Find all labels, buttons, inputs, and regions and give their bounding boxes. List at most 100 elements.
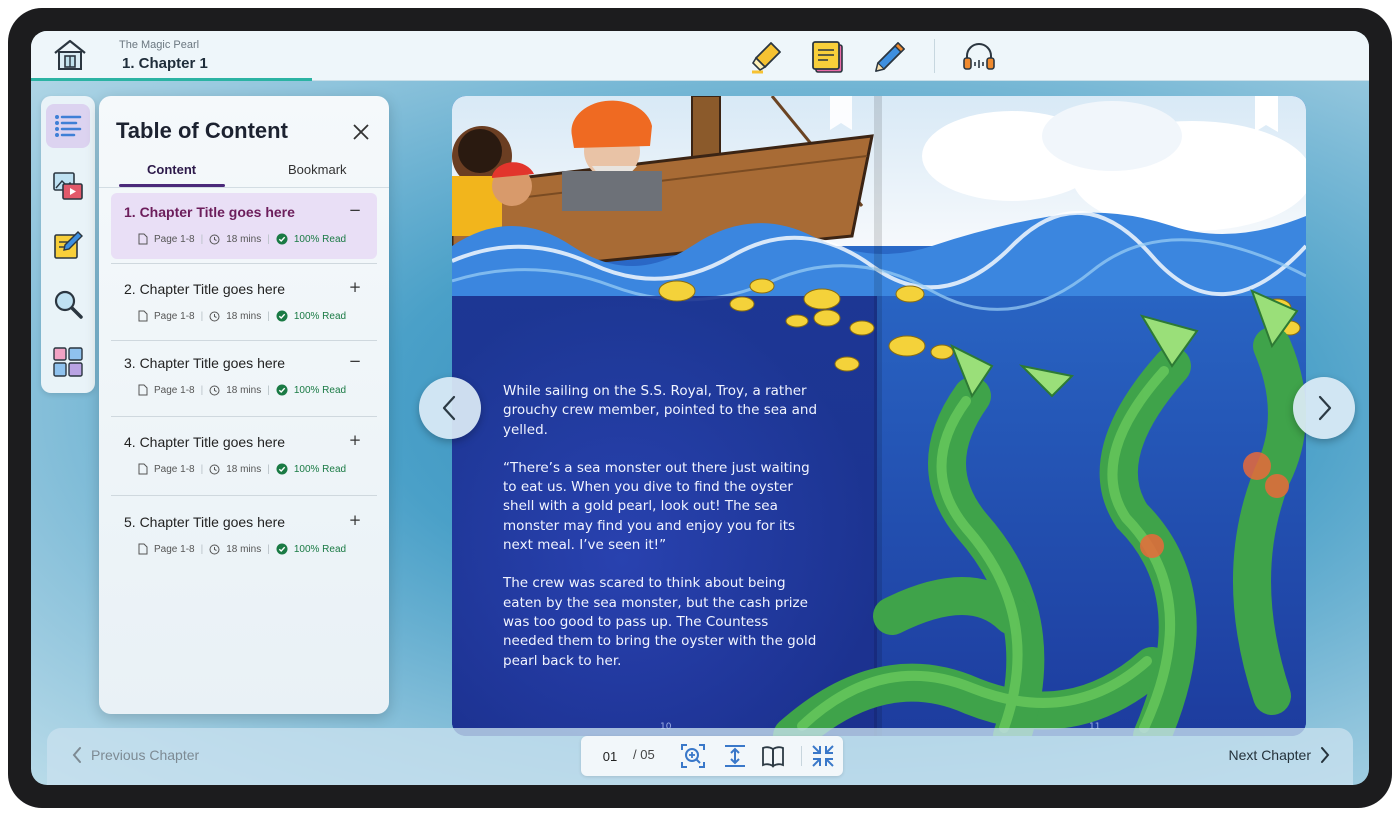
meta-separator: | xyxy=(267,463,270,475)
exit-fullscreen-icon[interactable] xyxy=(809,742,837,770)
check-circle-icon xyxy=(276,543,288,555)
chevron-right-icon xyxy=(1321,747,1330,763)
meta-separator: | xyxy=(267,310,270,322)
chapter-title[interactable]: 4. Chapter Title goes here xyxy=(124,434,285,450)
contents-list-icon[interactable] xyxy=(46,104,90,148)
toolbar-divider xyxy=(934,39,935,73)
headphones-icon[interactable] xyxy=(961,39,997,75)
chapter-item[interactable]: 5. Chapter Title goes here + Page 1-8 | 18 m… xyxy=(111,503,377,569)
table-of-contents-panel: Table of Content Content Bookmark 1. Cha… xyxy=(99,96,389,714)
tablet-frame: The Magic Pearl 1. Chapter 1 Table of Co… xyxy=(8,8,1392,808)
chapter-title[interactable]: 3. Chapter Title goes here xyxy=(124,355,285,371)
reading-progress-bar xyxy=(31,78,312,81)
chapter-divider xyxy=(111,416,377,417)
next-chapter-button[interactable]: Next Chapter xyxy=(1229,746,1331,764)
close-icon[interactable] xyxy=(351,122,371,142)
meta-separator: | xyxy=(200,384,204,396)
previous-chapter-button[interactable]: Previous Chapter xyxy=(71,746,199,764)
chevron-right-icon xyxy=(1318,395,1332,421)
top-bar: The Magic Pearl 1. Chapter 1 xyxy=(31,31,1369,81)
read-status: 100% Read xyxy=(293,463,347,475)
paragraph-2: “There’s a sea monster out there just wa… xyxy=(503,459,810,554)
layout-grid-icon[interactable] xyxy=(46,340,90,384)
paragraph-3: The crew was scared to think about being… xyxy=(503,575,817,669)
tab-bookmark[interactable]: Bookmark xyxy=(288,162,347,177)
read-status: 100% Read xyxy=(293,384,347,396)
chapter-pages: Page 1-8 xyxy=(154,310,195,322)
meta-separator: | xyxy=(200,233,204,245)
tab-content[interactable]: Content xyxy=(147,162,196,177)
page-icon xyxy=(138,543,148,555)
chapter-title[interactable]: 1. Chapter Title goes here xyxy=(124,204,295,220)
check-circle-icon xyxy=(276,310,288,322)
meta-separator: | xyxy=(267,384,270,396)
fit-height-icon[interactable] xyxy=(721,742,749,770)
current-chapter-title: 1. Chapter 1 xyxy=(122,55,208,72)
book-spread: While sailing on the S.S. Royal, Troy, a… xyxy=(452,96,1306,736)
page-icon xyxy=(138,463,148,475)
chapter-item[interactable]: 1. Chapter Title goes here − Page 1-8 | 18 m… xyxy=(111,193,377,259)
page-number-input[interactable] xyxy=(593,745,627,767)
chevron-left-icon xyxy=(442,395,456,421)
zoom-in-icon[interactable] xyxy=(679,742,707,770)
clock-icon xyxy=(209,311,220,321)
chapter-title[interactable]: 2. Chapter Title goes here xyxy=(124,281,285,297)
bottom-bar: Previous Chapter / 05 xyxy=(47,728,1353,785)
chapter-meta: Page 1-8 | 18 mins | 100% Read xyxy=(138,233,346,245)
expand-icon[interactable]: + xyxy=(347,278,363,296)
home-icon[interactable] xyxy=(51,37,89,73)
check-circle-icon xyxy=(276,384,288,396)
media-icon[interactable] xyxy=(46,164,90,208)
chapter-divider xyxy=(111,495,377,496)
check-circle-icon xyxy=(276,463,288,475)
page-icon xyxy=(138,310,148,322)
chapter-meta: Page 1-8 | 18 mins | 100% Read xyxy=(138,384,346,396)
chapter-item[interactable]: 2. Chapter Title goes here + Page 1-8 | 18 m… xyxy=(111,270,377,336)
chapter-pages: Page 1-8 xyxy=(154,543,195,555)
expand-icon[interactable]: + xyxy=(347,431,363,449)
chapter-duration: 18 mins xyxy=(226,543,262,555)
previous-chapter-label: Previous Chapter xyxy=(91,747,200,763)
tab-divider xyxy=(99,187,389,188)
search-icon[interactable] xyxy=(46,282,90,326)
read-status: 100% Read xyxy=(293,543,347,555)
reader-screen: The Magic Pearl 1. Chapter 1 Table of Co… xyxy=(31,31,1369,785)
page-controls: / 05 xyxy=(581,736,843,776)
clock-icon xyxy=(209,464,220,474)
page-icon xyxy=(138,384,148,396)
page-total: / 05 xyxy=(633,747,655,762)
chapter-duration: 18 mins xyxy=(226,233,262,245)
chapter-pages: Page 1-8 xyxy=(154,384,195,396)
meta-separator: | xyxy=(200,310,204,322)
chapter-meta: Page 1-8 | 18 mins | 100% Read xyxy=(138,543,346,555)
notes-icon[interactable] xyxy=(810,39,846,75)
chapter-item[interactable]: 4. Chapter Title goes here + Page 1-8 | 18 m… xyxy=(111,423,377,489)
chapter-title[interactable]: 5. Chapter Title goes here xyxy=(124,514,285,530)
book-view-icon[interactable] xyxy=(759,742,787,770)
next-page-button[interactable] xyxy=(1293,377,1355,439)
clock-icon xyxy=(209,544,220,554)
read-status: 100% Read xyxy=(293,310,347,322)
chapter-pages: Page 1-8 xyxy=(154,233,195,245)
check-circle-icon xyxy=(276,233,288,245)
chapter-duration: 18 mins xyxy=(226,384,262,396)
highlighter-icon[interactable] xyxy=(749,39,785,75)
collapse-icon[interactable]: − xyxy=(347,201,363,219)
chapter-item[interactable]: 3. Chapter Title goes here − Page 1-8 | 18 m… xyxy=(111,344,377,410)
chapter-divider xyxy=(111,340,377,341)
next-chapter-label: Next Chapter xyxy=(1228,747,1311,763)
expand-icon[interactable]: + xyxy=(347,511,363,529)
book-title: The Magic Pearl xyxy=(119,39,200,51)
chapter-pages: Page 1-8 xyxy=(154,463,195,475)
collapse-icon[interactable]: − xyxy=(347,352,363,370)
previous-page-button[interactable] xyxy=(419,377,481,439)
page-text: While sailing on the S.S. Royal, Troy, a… xyxy=(503,382,823,690)
chapter-divider xyxy=(111,263,377,264)
pager-divider xyxy=(801,746,802,766)
clock-icon xyxy=(209,234,220,244)
edit-notes-icon[interactable] xyxy=(46,223,90,267)
meta-separator: | xyxy=(267,543,270,555)
pen-icon[interactable] xyxy=(871,39,907,75)
meta-separator: | xyxy=(200,463,204,475)
toc-title: Table of Content xyxy=(116,118,288,143)
